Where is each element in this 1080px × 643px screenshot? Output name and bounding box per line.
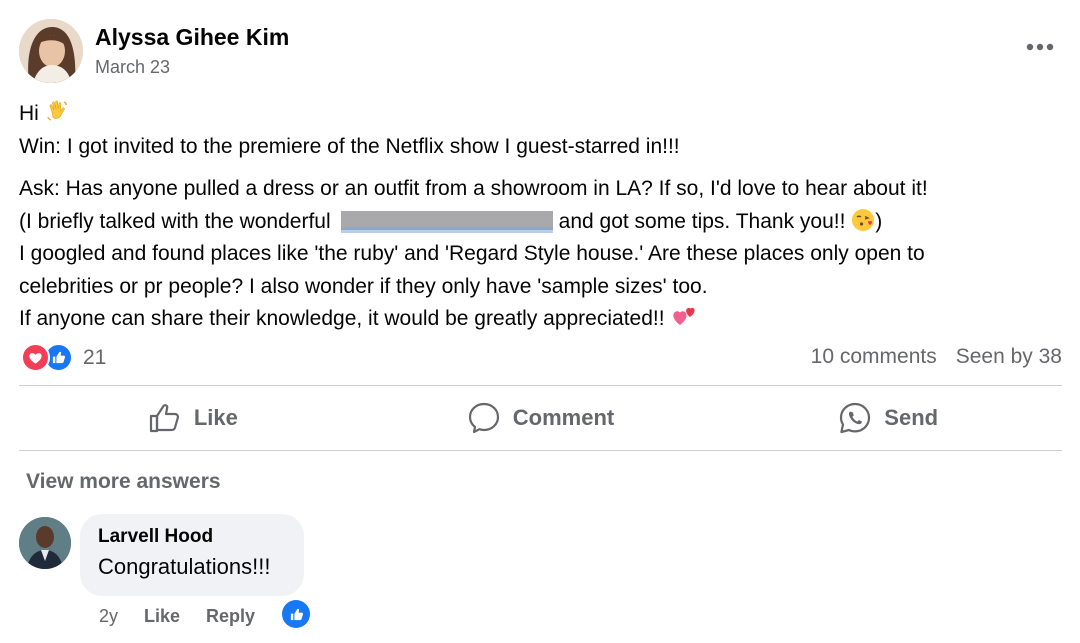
- greeting-text: Hi: [19, 102, 39, 125]
- post-line-hi: Hi: [19, 98, 1064, 131]
- waving-hand-icon: [47, 100, 67, 121]
- comment-button-label: Comment: [512, 405, 615, 430]
- comment-reply-button[interactable]: Reply: [206, 606, 255, 627]
- commenter-avatar[interactable]: [19, 517, 71, 569]
- post-body: Hi Win: I got invited to the premiere of…: [19, 98, 1064, 336]
- comment-like-button[interactable]: Like: [144, 606, 180, 627]
- commenter-name[interactable]: Larvell Hood: [98, 526, 286, 548]
- send-button-label: Send: [884, 405, 939, 430]
- reactions-summary[interactable]: 21: [21, 343, 106, 372]
- post-stats: 21 10 comments Seen by 38: [19, 340, 1062, 376]
- two-hearts-icon: [673, 307, 696, 325]
- comment-count-link[interactable]: 10 comments: [811, 345, 937, 369]
- redacted-mention-link[interactable]: [340, 210, 553, 233]
- post-line-mention: (I briefly talked with the wonderful and …: [19, 206, 1064, 239]
- comment-meta: 2y Like Reply: [99, 606, 255, 627]
- mention-tail-text: and got some tips. Thank you!!: [558, 209, 846, 233]
- like-button[interactable]: Like: [19, 388, 367, 448]
- seen-by-link[interactable]: Seen by 38: [956, 345, 1062, 369]
- share-text: If anyone can share their knowledge, it …: [19, 307, 665, 330]
- post-line-win: Win: I got invited to the premiere of th…: [19, 134, 680, 158]
- face-blowing-kiss-icon: [852, 208, 875, 231]
- post-header: Alyssa Gihee Kim March 23: [19, 19, 1062, 85]
- divider-bottom: [19, 450, 1062, 451]
- more-options-button[interactable]: [1018, 31, 1062, 63]
- view-more-answers-link[interactable]: View more answers: [26, 470, 221, 494]
- comment-age[interactable]: 2y: [99, 606, 118, 627]
- author-avatar[interactable]: [19, 19, 83, 83]
- send-button[interactable]: Send: [714, 388, 1062, 448]
- whatsapp-icon: [840, 402, 871, 434]
- post-line-ask: Ask: Has anyone pulled a dress or an out…: [19, 177, 928, 200]
- closing-paren-text: ): [875, 209, 883, 233]
- post-line-share: If anyone can share their knowledge, it …: [19, 303, 1064, 336]
- post-actions-bar: Like Comment Send: [19, 388, 1062, 448]
- like-button-label: Like: [193, 405, 238, 430]
- comment-bubble-icon: [468, 402, 499, 434]
- author-name[interactable]: Alyssa Gihee Kim: [95, 24, 289, 51]
- stats-right: 10 comments Seen by 38: [811, 345, 1062, 369]
- reaction-count: 21: [83, 345, 107, 369]
- author-avatar-image: [19, 19, 83, 83]
- comment-bubble: Larvell Hood Congratulations!!!: [80, 514, 304, 596]
- comment-button[interactable]: Comment: [367, 388, 715, 448]
- divider-top: [19, 385, 1062, 386]
- mention-lead-text: (I briefly talked with the wonderful: [19, 209, 331, 233]
- post-line-googled-2: celebrities or pr people? I also wonder …: [19, 274, 708, 298]
- comment-text: Congratulations!!!: [98, 554, 271, 579]
- post-line-googled-1: I googled and found places like 'the rub…: [19, 242, 925, 265]
- love-reaction-icon: [21, 343, 50, 372]
- commenter-avatar-image: [19, 517, 71, 569]
- thumbs-up-icon: [149, 404, 179, 433]
- more-horizontal-icon: [1026, 43, 1054, 51]
- post-date[interactable]: March 23: [95, 57, 170, 78]
- comment-like-badge-icon[interactable]: [282, 600, 310, 628]
